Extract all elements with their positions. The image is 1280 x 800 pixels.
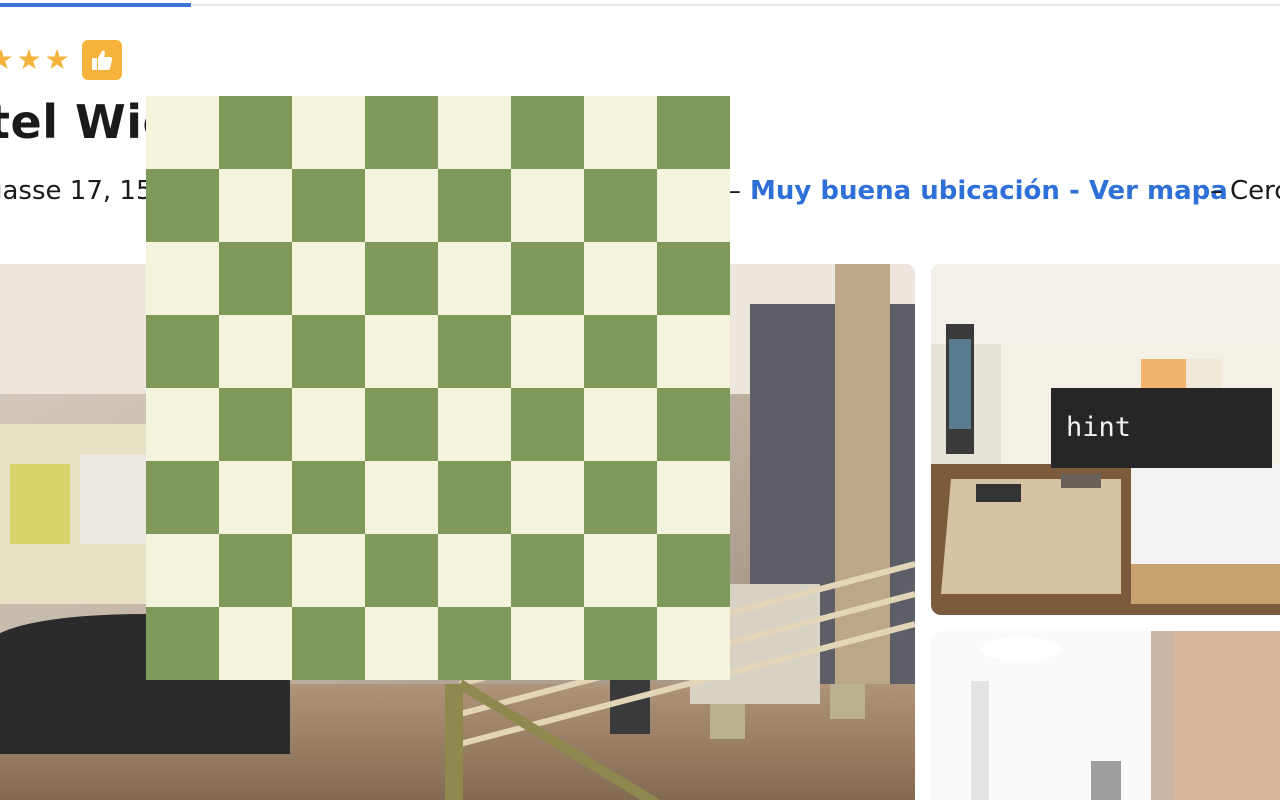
thumbs-up-glyph	[92, 50, 113, 70]
star-icon: ★	[44, 43, 70, 76]
board-square[interactable]	[438, 242, 511, 315]
board-square[interactable]	[584, 315, 657, 388]
board-square[interactable]	[365, 607, 438, 680]
bathroom-photo[interactable]	[931, 631, 1280, 800]
board-square[interactable]	[292, 315, 365, 388]
board-square[interactable]	[584, 607, 657, 680]
board-square[interactable]	[438, 96, 511, 169]
board-square[interactable]	[365, 534, 438, 607]
board-square[interactable]	[292, 607, 365, 680]
board-square[interactable]	[511, 242, 584, 315]
board-square[interactable]	[511, 315, 584, 388]
board-square[interactable]	[438, 607, 511, 680]
page: ★ ★ ★ tel Wie gasse 17, 15 – Muy buena u…	[0, 0, 1280, 800]
board-square[interactable]	[657, 534, 730, 607]
board-square[interactable]	[365, 96, 438, 169]
board-square[interactable]	[219, 315, 292, 388]
board-square[interactable]	[146, 169, 219, 242]
board-square[interactable]	[219, 534, 292, 607]
separator: –	[1210, 176, 1223, 206]
board-square[interactable]	[584, 96, 657, 169]
board-square[interactable]	[292, 461, 365, 534]
board-square[interactable]	[657, 315, 730, 388]
board-square[interactable]	[365, 388, 438, 461]
board-square[interactable]	[292, 534, 365, 607]
board-square[interactable]	[292, 169, 365, 242]
hint-tooltip: hint	[1051, 388, 1272, 468]
board-square[interactable]	[657, 96, 730, 169]
board-square[interactable]	[219, 169, 292, 242]
active-tab-indicator[interactable]	[0, 3, 191, 7]
board-square[interactable]	[292, 242, 365, 315]
board-square[interactable]	[657, 388, 730, 461]
board-square[interactable]	[146, 242, 219, 315]
address-text: gasse 17, 15	[0, 176, 153, 206]
board-square[interactable]	[657, 461, 730, 534]
board-square[interactable]	[657, 242, 730, 315]
checkerboard[interactable]	[146, 96, 730, 680]
star-icon: ★	[16, 43, 42, 76]
board-square[interactable]	[584, 461, 657, 534]
rating-row: ★ ★ ★	[0, 40, 122, 80]
board-square[interactable]	[292, 96, 365, 169]
board-square[interactable]	[511, 388, 584, 461]
board-square[interactable]	[584, 388, 657, 461]
board-square[interactable]	[438, 461, 511, 534]
board-square[interactable]	[511, 461, 584, 534]
location-map-link[interactable]: Muy buena ubicación - Ver mapa	[750, 173, 1228, 209]
board-square[interactable]	[584, 242, 657, 315]
board-square[interactable]	[146, 607, 219, 680]
board-square[interactable]	[146, 388, 219, 461]
board-square[interactable]	[292, 388, 365, 461]
board-square[interactable]	[365, 169, 438, 242]
star-icon: ★	[0, 43, 14, 76]
board-square[interactable]	[146, 461, 219, 534]
thumbs-up-icon[interactable]	[82, 40, 122, 80]
board-square[interactable]	[219, 96, 292, 169]
board-square[interactable]	[146, 315, 219, 388]
board-square[interactable]	[219, 242, 292, 315]
board-square[interactable]	[438, 169, 511, 242]
board-square[interactable]	[219, 461, 292, 534]
board-square[interactable]	[438, 388, 511, 461]
board-square[interactable]	[365, 242, 438, 315]
board-square[interactable]	[584, 169, 657, 242]
board-square[interactable]	[657, 169, 730, 242]
board-square[interactable]	[219, 607, 292, 680]
board-square[interactable]	[511, 169, 584, 242]
board-square[interactable]	[146, 96, 219, 169]
board-square[interactable]	[219, 388, 292, 461]
nearby-text: Cerc	[1230, 176, 1280, 206]
board-square[interactable]	[511, 96, 584, 169]
board-square[interactable]	[146, 534, 219, 607]
board-square[interactable]	[365, 315, 438, 388]
board-square[interactable]	[365, 461, 438, 534]
board-square[interactable]	[438, 315, 511, 388]
board-square[interactable]	[657, 607, 730, 680]
board-square[interactable]	[584, 534, 657, 607]
tab-strip	[0, 4, 1280, 6]
board-square[interactable]	[438, 534, 511, 607]
board-square[interactable]	[511, 534, 584, 607]
board-square[interactable]	[511, 607, 584, 680]
